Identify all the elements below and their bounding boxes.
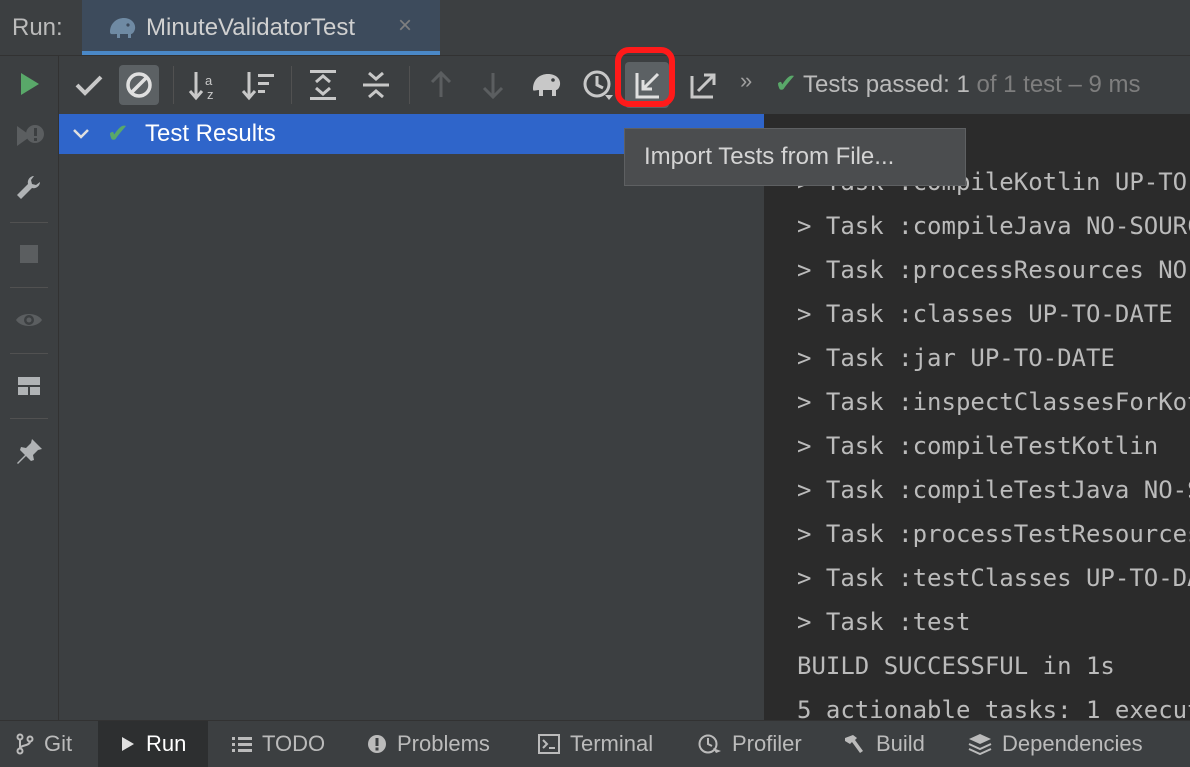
tab-title: MinuteValidatorTest <box>146 14 355 41</box>
rerun-play-icon[interactable] <box>13 68 45 100</box>
console-output: > Task :compileKotlin UP-TO-DATE > Task … <box>772 114 1190 720</box>
import-tests-tooltip: Import Tests from File... <box>624 128 966 186</box>
test-results-tree: ✔ Test Results <box>59 114 764 720</box>
chevron-down-icon[interactable] <box>71 124 91 144</box>
next-failed-icon[interactable] <box>473 65 513 105</box>
layout-icon[interactable] <box>13 370 45 402</box>
dependencies-icon <box>968 734 992 755</box>
export-tests-icon[interactable] <box>682 65 722 105</box>
passed-check-icon: ✔ <box>107 118 129 148</box>
tool-tab-label: Profiler <box>732 731 802 756</box>
panel-splitter[interactable] <box>764 114 772 720</box>
show-ignored-icon <box>126 72 152 98</box>
gradle-elephant-icon <box>110 18 136 38</box>
terminal-icon <box>538 734 560 754</box>
close-icon[interactable]: × <box>398 12 412 40</box>
expand-all-icon[interactable] <box>303 65 343 105</box>
console-line: 5 actionable tasks: 1 executed, 4 up-to-… <box>797 696 1190 720</box>
console-line: > Task :compileTestKotlin <box>797 432 1159 460</box>
separator <box>10 353 48 354</box>
console-line: > Task :processTestResources NO-SOURCE <box>797 520 1190 548</box>
wrench-icon[interactable] <box>13 172 45 204</box>
tree-root-label: Test Results <box>145 120 276 147</box>
git-branch-icon <box>16 733 34 755</box>
left-action-strip <box>0 56 59 720</box>
console-line: > Task :testClasses UP-TO-DATE <box>797 564 1190 592</box>
hammer-icon <box>845 735 863 753</box>
tab-minute-validator-test[interactable]: MinuteValidatorTest × <box>82 0 440 55</box>
separator <box>409 66 410 104</box>
console-line: > Task :test <box>797 608 971 636</box>
show-passed-check-icon[interactable] <box>69 65 109 105</box>
passed-check-icon: ✔ <box>775 68 797 98</box>
gradle-elephant-icon[interactable] <box>526 65 566 105</box>
todo-list-icon <box>232 737 252 752</box>
run-play-icon <box>122 737 134 751</box>
stop-icon[interactable] <box>13 238 45 270</box>
separator <box>10 222 48 223</box>
tests-passed-label: Tests passed: 1 <box>803 71 970 98</box>
console-line: > Task :jar UP-TO-DATE <box>797 344 1115 372</box>
run-tool-window-header: Run: MinuteValidatorTest × <box>0 0 1190 56</box>
previous-failed-icon[interactable] <box>421 65 461 105</box>
more-chevron-icon[interactable]: » <box>740 68 752 94</box>
svg-text:a: a <box>205 73 213 88</box>
console-line: > Task :processResources NO-SOURCE <box>797 256 1190 284</box>
show-ignored-toggle[interactable] <box>119 65 159 105</box>
problems-icon <box>368 735 386 753</box>
tool-tab-build[interactable]: Build <box>842 721 925 767</box>
separator <box>10 418 48 419</box>
test-history-icon[interactable] <box>579 65 619 105</box>
profiler-icon <box>698 734 721 754</box>
svg-text:z: z <box>207 87 214 102</box>
console-line: > Task :compileTestJava NO-SOURCE <box>797 476 1190 504</box>
console-line: > Task :classes UP-TO-DATE <box>797 300 1173 328</box>
collapse-all-icon[interactable] <box>356 65 396 105</box>
eye-icon[interactable] <box>13 304 45 336</box>
test-runner-toolbar: a z » ✔ Tests passed: 1 of 1 test – 9 ms <box>59 47 1190 114</box>
tool-tab-label: Terminal <box>570 731 654 756</box>
import-button-highlight <box>615 47 675 107</box>
console-line: > Task :inspectClassesForKotlinIC UP-TO-… <box>797 388 1190 416</box>
tool-tab-git[interactable]: Git <box>0 721 82 767</box>
tool-window-bar: Git Run TODO Problems Terminal Profiler … <box>0 720 1190 767</box>
tool-tab-terminal[interactable]: Terminal <box>538 721 653 767</box>
tool-tab-label: Git <box>44 731 73 756</box>
tests-count-duration: of 1 test – 9 ms <box>969 71 1141 98</box>
run-label: Run: <box>12 14 63 41</box>
tool-tab-label: Run <box>146 731 187 756</box>
tool-tab-label: Build <box>876 731 925 756</box>
sort-alphabetically-icon[interactable]: a z <box>186 65 226 105</box>
tool-tab-label: Problems <box>397 731 490 756</box>
console-line: BUILD SUCCESSFUL in 1s <box>797 652 1115 680</box>
tool-tab-problems[interactable]: Problems <box>367 721 490 767</box>
sort-by-duration-icon[interactable] <box>239 65 279 105</box>
tool-tab-todo[interactable]: TODO <box>232 721 325 767</box>
tool-tab-profiler[interactable]: Profiler <box>698 721 802 767</box>
test-status-summary: ✔ Tests passed: 1 of 1 test – 9 ms <box>775 68 1141 99</box>
separator <box>291 66 292 104</box>
tool-tab-label: Dependencies <box>1002 731 1143 756</box>
pin-icon[interactable] <box>13 436 45 468</box>
tool-tab-run[interactable]: Run <box>98 721 208 767</box>
tool-tab-dependencies[interactable]: Dependencies <box>968 721 1143 767</box>
tool-tab-label: TODO <box>262 731 326 756</box>
console-line: > Task :compileJava NO-SOURCE <box>797 212 1190 240</box>
separator <box>10 287 48 288</box>
separator <box>173 66 174 104</box>
rerun-failed-icon[interactable] <box>13 120 45 152</box>
tooltip-text: Import Tests from File... <box>644 143 895 170</box>
